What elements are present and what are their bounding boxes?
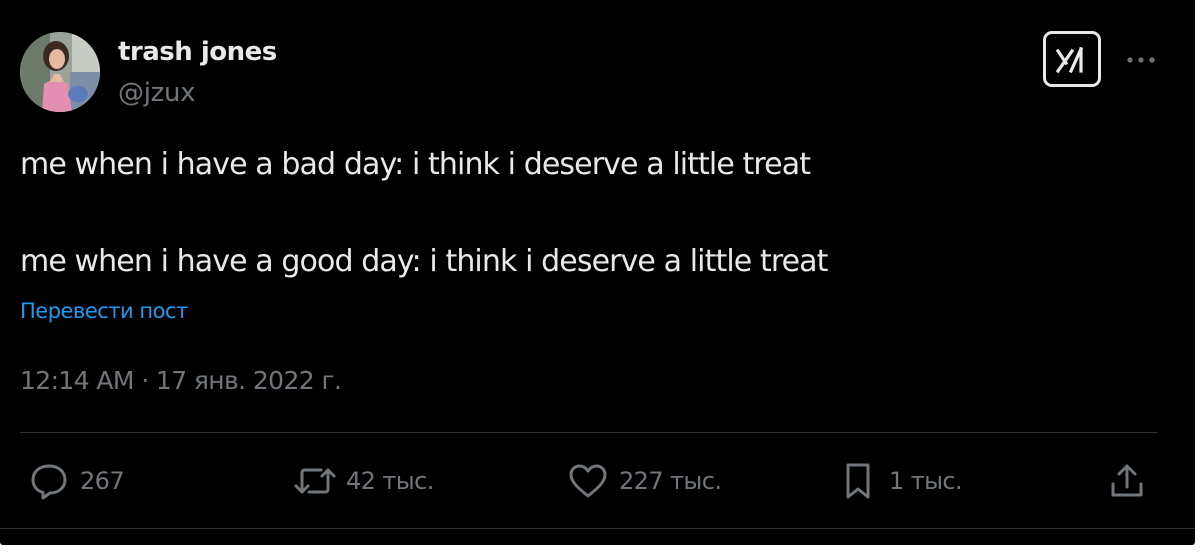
share-icon: [1104, 458, 1150, 504]
repost-button[interactable]: 42 тыс.: [292, 458, 434, 504]
heart-icon: [565, 458, 611, 504]
display-name[interactable]: trash jones: [118, 35, 277, 69]
repost-count: 42 тыс.: [346, 467, 434, 495]
reply-button[interactable]: 267: [26, 458, 125, 504]
tweet-text-line-1: me when i have a bad day: i think i dese…: [20, 147, 811, 182]
tweet-text-line-2: me when i have a good day: i think i des…: [20, 244, 828, 279]
avatar[interactable]: [20, 32, 100, 112]
more-dots-icon: [1126, 56, 1156, 64]
tweet-frame: trash jones @jzux me when i have a bad d…: [0, 0, 1195, 545]
like-button[interactable]: 227 тыс.: [565, 458, 722, 504]
tweet-card: trash jones @jzux me when i have a bad d…: [0, 0, 1195, 529]
more-button[interactable]: [1124, 48, 1158, 72]
like-count: 227 тыс.: [619, 467, 722, 495]
bookmark-button[interactable]: 1 тыс.: [835, 458, 963, 504]
bookmark-icon: [835, 458, 881, 504]
grok-button[interactable]: [1043, 31, 1101, 87]
bookmark-count: 1 тыс.: [889, 467, 963, 495]
grok-icon: [1054, 43, 1090, 75]
handle[interactable]: @jzux: [118, 76, 196, 110]
repost-icon: [292, 458, 338, 504]
share-button[interactable]: [1104, 458, 1150, 504]
reply-count: 267: [80, 467, 125, 495]
timestamp[interactable]: 12:14 AM · 17 янв. 2022 г.: [20, 364, 342, 398]
divider: [20, 432, 1158, 433]
reply-bubble-icon: [26, 458, 72, 504]
translate-post-link[interactable]: Перевести пост: [20, 296, 188, 326]
